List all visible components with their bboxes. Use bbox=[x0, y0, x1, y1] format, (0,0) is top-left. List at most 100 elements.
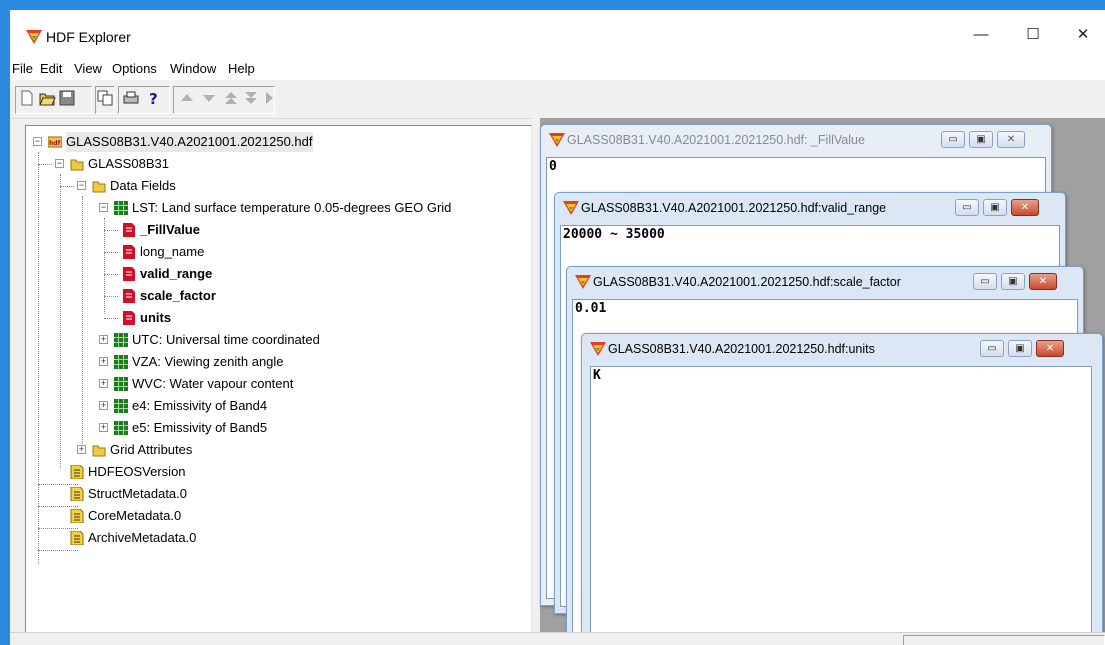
menu-options[interactable]: Options bbox=[112, 61, 157, 76]
next-icon[interactable] bbox=[200, 89, 218, 107]
expand-toggle[interactable]: + bbox=[99, 357, 108, 366]
dataset-grid-icon bbox=[114, 333, 128, 347]
print-icon[interactable] bbox=[122, 89, 140, 107]
expand-toggle[interactable]: + bbox=[99, 423, 108, 432]
hdf-app-icon bbox=[549, 133, 565, 150]
attribute-yellow-icon bbox=[70, 464, 84, 480]
copy-icon[interactable] bbox=[96, 89, 114, 107]
child-close-button[interactable]: ✕ bbox=[1029, 273, 1057, 290]
collapse-toggle[interactable]: − bbox=[99, 203, 108, 212]
child-maximize-button[interactable]: ▣ bbox=[1008, 340, 1032, 357]
child-close-button[interactable]: ✕ bbox=[1011, 199, 1039, 216]
child-window-title: GLASS08B31.V40.A2021001.2021250.hdf:scal… bbox=[593, 275, 901, 289]
child-minimize-button[interactable]: ▭ bbox=[973, 273, 997, 290]
tree-node-units[interactable]: units bbox=[26, 308, 326, 328]
child-window-units[interactable]: GLASS08B31.V40.A2021001.2021250.hdf:unit… bbox=[581, 333, 1103, 645]
attribute-value-panel[interactable]: K bbox=[590, 366, 1092, 645]
hdf-file-icon: hdf bbox=[47, 135, 63, 149]
previous-icon[interactable] bbox=[178, 89, 196, 107]
status-bar bbox=[10, 632, 1105, 645]
tree-node-long-name[interactable]: long_name bbox=[26, 242, 326, 262]
help-icon[interactable]: ? bbox=[144, 89, 162, 107]
expand-toggle[interactable]: + bbox=[99, 335, 108, 344]
child-minimize-button[interactable]: ▭ bbox=[980, 340, 1004, 357]
menu-window[interactable]: Window bbox=[170, 61, 216, 76]
splitter[interactable] bbox=[532, 118, 540, 645]
child-maximize-button[interactable]: ▣ bbox=[969, 131, 993, 148]
child-maximize-button[interactable]: ▣ bbox=[1001, 273, 1025, 290]
tree-node-fillvalue[interactable]: _FillValue bbox=[26, 220, 326, 240]
tree-node-label: valid_range bbox=[140, 266, 213, 281]
child-close-button[interactable]: ✕ bbox=[997, 131, 1025, 148]
minimize-button[interactable]: — bbox=[958, 20, 1004, 50]
attribute-red-icon bbox=[122, 223, 136, 237]
tree-node-label: scale_factor bbox=[140, 288, 216, 303]
tree-node-e5[interactable]: + e5: Emissivity of Band5 bbox=[26, 418, 426, 438]
menu-bar: File Edit View Options Window Help bbox=[10, 58, 1105, 80]
tree-node-hdfeosversion[interactable]: HDFEOSVersion bbox=[26, 462, 326, 482]
tree-node-grid-attributes[interactable]: + Grid Attributes bbox=[26, 440, 426, 460]
tree-node-label: UTC: Universal time coordinated bbox=[132, 332, 320, 347]
tree-node-scale-factor[interactable]: scale_factor bbox=[26, 286, 326, 306]
child-minimize-button[interactable]: ▭ bbox=[941, 131, 965, 148]
tree-view-pane[interactable]: − hdf GLASS08B31.V40.A2021001.2021250.hd… bbox=[25, 125, 532, 637]
hdf-app-icon bbox=[590, 342, 606, 359]
tree-node-label: VZA: Viewing zenith angle bbox=[132, 354, 284, 369]
tree-node-root[interactable]: − hdf GLASS08B31.V40.A2021001.2021250.hd… bbox=[26, 132, 506, 152]
title-bar[interactable]: HDF Explorer — ☐ ✕ bbox=[10, 10, 1105, 58]
child-minimize-button[interactable]: ▭ bbox=[955, 199, 979, 216]
save-disk-icon[interactable] bbox=[58, 89, 76, 107]
expand-toggle[interactable]: + bbox=[99, 379, 108, 388]
attribute-yellow-icon bbox=[70, 530, 84, 546]
expand-toggle[interactable]: + bbox=[77, 445, 86, 454]
svg-text:hdf: hdf bbox=[49, 140, 61, 147]
child-close-button[interactable]: ✕ bbox=[1036, 340, 1064, 357]
collapse-toggle[interactable]: − bbox=[55, 159, 64, 168]
collapse-toggle[interactable]: − bbox=[77, 181, 86, 190]
close-button[interactable]: ✕ bbox=[1060, 20, 1105, 50]
tree-node-lst[interactable]: − LST: Land surface temperature 0.05-deg… bbox=[26, 198, 516, 218]
attribute-value: 0.01 bbox=[575, 301, 607, 316]
tree-node-label: WVC: Water vapour content bbox=[132, 376, 294, 391]
tree-node-label: units bbox=[140, 310, 172, 325]
tree-node-label: ArchiveMetadata.0 bbox=[88, 530, 197, 545]
dataset-grid-icon bbox=[114, 399, 128, 413]
menu-file[interactable]: File bbox=[12, 61, 33, 76]
collapse-toggle[interactable]: − bbox=[33, 137, 42, 146]
tree-guide-line bbox=[38, 550, 78, 551]
dataset-grid-icon bbox=[114, 377, 128, 391]
tree-node-grid[interactable]: − GLASS08B31 bbox=[26, 154, 506, 174]
folder-icon bbox=[92, 443, 106, 457]
tree-node-structmetadata[interactable]: StructMetadata.0 bbox=[26, 484, 326, 504]
tree-node-e4[interactable]: + e4: Emissivity of Band4 bbox=[26, 396, 426, 416]
menu-view[interactable]: View bbox=[74, 61, 102, 76]
tree-node-label: CoreMetadata.0 bbox=[88, 508, 182, 523]
attribute-red-icon bbox=[122, 289, 136, 303]
tree-node-coremetadata[interactable]: CoreMetadata.0 bbox=[26, 506, 326, 526]
tree-node-vza[interactable]: + VZA: Viewing zenith angle bbox=[26, 352, 426, 372]
tree-node-data-fields[interactable]: − Data Fields bbox=[26, 176, 506, 196]
child-maximize-button[interactable]: ▣ bbox=[983, 199, 1007, 216]
expand-toggle[interactable]: + bbox=[99, 401, 108, 410]
attribute-red-icon bbox=[122, 311, 136, 325]
child-window-title: GLASS08B31.V40.A2021001.2021250.hdf:vali… bbox=[581, 201, 887, 215]
new-file-icon[interactable] bbox=[18, 89, 36, 107]
attribute-yellow-icon bbox=[70, 486, 84, 502]
tree-node-archivemetadata[interactable]: ArchiveMetadata.0 bbox=[26, 528, 326, 548]
tree-node-label: e4: Emissivity of Band4 bbox=[132, 398, 268, 413]
menu-edit[interactable]: Edit bbox=[40, 61, 62, 76]
tree-node-wvc[interactable]: + WVC: Water vapour content bbox=[26, 374, 426, 394]
tree-node-utc[interactable]: + UTC: Universal time coordinated bbox=[26, 330, 426, 350]
menu-help[interactable]: Help bbox=[228, 61, 255, 76]
window-title: HDF Explorer bbox=[46, 29, 131, 45]
dataset-grid-icon bbox=[114, 355, 128, 369]
folder-icon bbox=[70, 157, 84, 171]
first-icon[interactable] bbox=[222, 89, 240, 107]
open-folder-icon[interactable] bbox=[38, 89, 56, 107]
expand-right-icon[interactable] bbox=[260, 89, 278, 107]
tree-node-label: HDFEOSVersion bbox=[88, 464, 186, 479]
svg-text:?: ? bbox=[149, 90, 158, 107]
tree-node-valid-range[interactable]: valid_range bbox=[26, 264, 326, 284]
last-icon[interactable] bbox=[242, 89, 260, 107]
maximize-button[interactable]: ☐ bbox=[1010, 20, 1056, 50]
